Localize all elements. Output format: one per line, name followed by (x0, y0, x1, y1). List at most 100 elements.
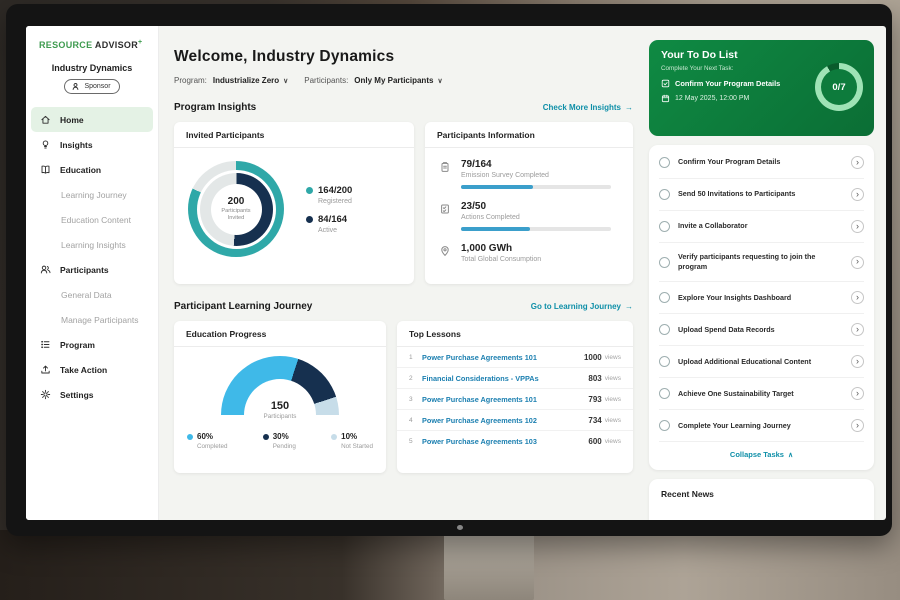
stat-progress-track (461, 185, 611, 189)
task-checkbox[interactable] (659, 189, 670, 200)
chevron-right-icon[interactable]: › (851, 419, 864, 432)
sidebar-item-label: Settings (60, 390, 94, 400)
lesson-views: 1000 (584, 353, 602, 362)
sidebar: RESOURCE ADVISOR+ Industry Dynamics Spon… (26, 26, 159, 520)
sidebar-item-learning-journey[interactable]: Learning Journey (26, 182, 158, 207)
todo-next-task[interactable]: Confirm Your Program Details (661, 79, 803, 88)
card-title: Education Progress (174, 321, 386, 347)
task-row-upload-spend-data[interactable]: Upload Spend Data Records › (659, 314, 864, 346)
sidebar-item-label: Home (60, 115, 84, 125)
task-checkbox[interactable] (659, 324, 670, 335)
task-row-achieve-sustainability-target[interactable]: Achieve One Sustainability Target › (659, 378, 864, 410)
task-label: Complete Your Learning Journey (678, 421, 843, 431)
task-checkbox[interactable] (659, 257, 670, 268)
task-checkbox[interactable] (659, 157, 670, 168)
upload-icon (40, 364, 52, 376)
sidebar-item-label: Insights (60, 140, 93, 150)
participants-filter-value: Only My Participants (354, 76, 433, 85)
lesson-views-unit: views (605, 396, 621, 403)
sidebar-item-settings[interactable]: Settings (26, 382, 158, 407)
task-row-send-invitations[interactable]: Send 50 Invitations to Participants › (659, 179, 864, 211)
task-row-explore-insights[interactable]: Explore Your Insights Dashboard › (659, 282, 864, 314)
sidebar-item-education-content[interactable]: Education Content (26, 207, 158, 232)
task-label: Verify participants requesting to join t… (678, 252, 843, 272)
chevron-right-icon[interactable]: › (851, 256, 864, 269)
task-label: Upload Additional Educational Content (678, 357, 843, 367)
sidebar-item-label: Take Action (60, 365, 107, 375)
task-checkbox[interactable] (659, 356, 670, 367)
lesson-rank: 4 (409, 417, 422, 424)
task-label: Explore Your Insights Dashboard (678, 293, 843, 303)
education-legend: 60% Completed 30% Pending 10% (174, 420, 386, 450)
invited-donut-chart: 200 Participants Invited 164/200 (174, 148, 414, 270)
education-legend-dot (187, 434, 193, 440)
chevron-right-icon[interactable]: › (851, 323, 864, 336)
dashboard-screen: RESOURCE ADVISOR+ Industry Dynamics Spon… (26, 26, 886, 520)
task-checkbox[interactable] (659, 292, 670, 303)
task-checkbox[interactable] (659, 221, 670, 232)
sidebar-item-general-data[interactable]: General Data (26, 282, 158, 307)
sidebar-item-insights[interactable]: Insights (26, 132, 158, 157)
lesson-rank: 3 (409, 396, 422, 403)
sidebar-nav: Home Insights Education Learning Journey (26, 107, 158, 407)
program-filter-select[interactable]: Industrialize Zero ∨ (213, 76, 288, 85)
task-row-upload-educational-content[interactable]: Upload Additional Educational Content › (659, 346, 864, 378)
lesson-rank: 5 (409, 438, 422, 445)
task-label: Upload Spend Data Records (678, 325, 843, 335)
go-to-learning-journey-link[interactable]: Go to Learning Journey → (531, 302, 633, 311)
todo-panel: Your To Do List Complete Your Next Task:… (648, 26, 886, 520)
sidebar-item-participants[interactable]: Participants (26, 257, 158, 282)
lesson-row[interactable]: 4 Power Purchase Agreements 102 734 view… (397, 410, 633, 431)
lesson-link[interactable]: Power Purchase Agreements 101 (422, 353, 584, 362)
lesson-link[interactable]: Power Purchase Agreements 102 (422, 416, 588, 425)
check-more-insights-link[interactable]: Check More Insights → (543, 103, 633, 112)
lesson-row[interactable]: 5 Power Purchase Agreements 103 600 view… (397, 431, 633, 451)
chevron-right-icon[interactable]: › (851, 387, 864, 400)
program-filter-value: Industrialize Zero (213, 76, 279, 85)
person-icon (71, 82, 80, 91)
lesson-row[interactable]: 3 Power Purchase Agreements 101 793 view… (397, 389, 633, 410)
invited-participants-card: Invited Participants 200 Participants In… (174, 122, 414, 284)
participants-filter-select[interactable]: Only My Participants ∨ (354, 76, 442, 85)
lesson-row[interactable]: 2 Financial Considerations - VPPAs 803 v… (397, 368, 633, 389)
collapse-tasks-link[interactable]: Collapse Tasks ∧ (659, 442, 864, 468)
sidebar-item-learning-insights[interactable]: Learning Insights (26, 232, 158, 257)
lesson-row[interactable]: 1 Power Purchase Agreements 101 1000 vie… (397, 347, 633, 368)
lesson-views: 803 (588, 374, 601, 383)
org-name: Industry Dynamics (26, 63, 158, 73)
task-row-verify-participants[interactable]: Verify participants requesting to join t… (659, 243, 864, 282)
lesson-link[interactable]: Power Purchase Agreements 101 (422, 395, 588, 404)
chevron-right-icon[interactable]: › (851, 291, 864, 304)
people-icon (40, 264, 52, 276)
task-checkbox[interactable] (659, 388, 670, 399)
arrow-right-icon: → (625, 302, 633, 311)
calendar-icon (661, 94, 670, 103)
task-checkbox[interactable] (659, 420, 670, 431)
lesson-views: 734 (588, 416, 601, 425)
todo-title: Your To Do List (661, 49, 862, 61)
program-insights-header: Program Insights Check More Insights → (174, 102, 633, 113)
chevron-right-icon[interactable]: › (851, 156, 864, 169)
sidebar-item-take-action[interactable]: Take Action (26, 357, 158, 382)
sidebar-item-manage-participants[interactable]: Manage Participants (26, 307, 158, 332)
filters-row: Program: Industrialize Zero ∨ Participan… (174, 76, 633, 85)
lesson-link[interactable]: Power Purchase Agreements 103 (422, 437, 588, 446)
sidebar-item-education[interactable]: Education (26, 157, 158, 182)
sidebar-item-home[interactable]: Home (31, 107, 153, 132)
brand-plus: + (138, 39, 142, 46)
invited-donut-outer-ring: 200 Participants Invited (188, 161, 284, 257)
legend-item: 10% Not Started (331, 432, 373, 450)
lesson-views-unit: views (605, 375, 621, 382)
sidebar-item-label: Manage Participants (61, 315, 139, 325)
task-row-invite-collaborator[interactable]: Invite a Collaborator › (659, 211, 864, 243)
donut-center-value: 200 (228, 196, 245, 207)
sidebar-item-program[interactable]: Program (26, 332, 158, 357)
chevron-right-icon[interactable]: › (851, 355, 864, 368)
info-stats: 79/164 Emission Survey Completed 23/50 A… (425, 148, 633, 263)
page-title: Welcome, Industry Dynamics (174, 48, 633, 66)
chevron-right-icon[interactable]: › (851, 220, 864, 233)
chevron-right-icon[interactable]: › (851, 188, 864, 201)
task-row-confirm-program[interactable]: Confirm Your Program Details › (659, 147, 864, 179)
task-row-complete-learning-journey[interactable]: Complete Your Learning Journey › (659, 410, 864, 442)
lesson-link[interactable]: Financial Considerations - VPPAs (422, 374, 588, 383)
